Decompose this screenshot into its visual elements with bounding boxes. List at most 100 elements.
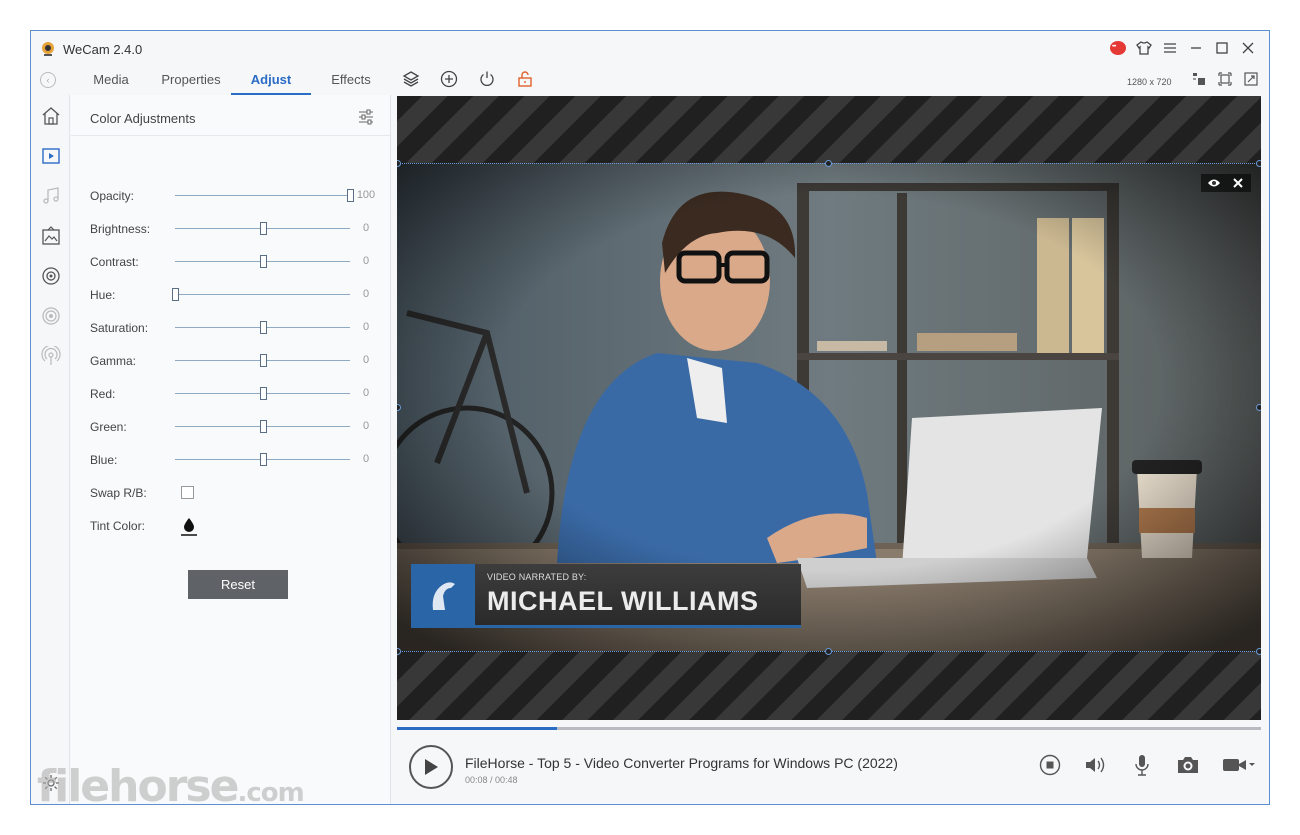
image-icon[interactable]	[40, 225, 62, 247]
unlock-icon[interactable]	[515, 69, 535, 89]
tab-effects[interactable]: Effects	[311, 65, 391, 95]
green-value: 0	[362, 420, 370, 432]
resolution-label: 1280 x 720	[1127, 77, 1172, 87]
media-title: FileHorse - Top 5 - Video Converter Prog…	[465, 755, 898, 771]
panel-header: Color Adjustments	[71, 95, 390, 136]
skin-icon[interactable]	[1135, 38, 1153, 58]
contrast-value: 0	[362, 255, 370, 267]
screen-capture-icon[interactable]	[40, 305, 62, 327]
lower-third-caption: VIDEO NARRATED BY:	[487, 572, 587, 582]
hue-slider[interactable]	[172, 288, 350, 301]
tint-dropper-icon[interactable]	[180, 516, 198, 536]
title-bar: WeCam 2.4.0	[31, 31, 1269, 65]
contrast-slider-thumb[interactable]	[259, 255, 267, 268]
maximize-icon[interactable]	[1213, 38, 1231, 58]
hue-label: Hue:	[90, 288, 116, 302]
close-icon[interactable]	[1239, 38, 1257, 58]
gamma-slider[interactable]	[175, 354, 350, 367]
menu-icon[interactable]	[1161, 38, 1179, 58]
wecam-logo-icon	[42, 42, 54, 56]
hue-row: Hue: 0	[90, 285, 380, 305]
fullscreen-icon[interactable]	[1243, 71, 1259, 87]
opacity-slider-thumb[interactable]	[347, 189, 354, 202]
opacity-label: Opacity:	[90, 189, 135, 203]
toolbar	[401, 69, 535, 89]
canvas-tools	[1191, 71, 1259, 87]
side-icon-strip	[31, 95, 70, 804]
blue-slider[interactable]	[175, 453, 350, 466]
resize-handle-bottom[interactable]	[825, 648, 832, 655]
lower-third-overlay: VIDEO NARRATED BY: MICHAEL WILLIAMS	[411, 564, 801, 628]
saturation-value: 0	[362, 321, 370, 333]
record-video-icon[interactable]	[1221, 752, 1257, 778]
minimize-icon[interactable]	[1187, 38, 1205, 58]
resize-handle-right[interactable]	[1256, 404, 1261, 411]
blue-slider-thumb[interactable]	[259, 453, 267, 466]
resize-handle-top[interactable]	[825, 160, 832, 167]
fit-screen-icon[interactable]	[1217, 71, 1233, 87]
horse-logo-icon	[411, 564, 475, 628]
video-media-icon[interactable]	[40, 145, 62, 167]
green-slider-thumb[interactable]	[259, 420, 267, 433]
gamma-slider-thumb[interactable]	[259, 354, 267, 367]
green-slider[interactable]	[175, 420, 350, 433]
resize-handle-br[interactable]	[1256, 648, 1261, 655]
saturation-row: Saturation: 0	[90, 318, 380, 338]
layers-icon[interactable]	[401, 69, 421, 89]
red-value: 0	[362, 387, 370, 399]
camera-snapshot-icon[interactable]	[1175, 752, 1201, 778]
saturation-label: Saturation:	[90, 321, 149, 335]
panel-title: Color Adjustments	[90, 111, 196, 126]
snapshot-layout-icon[interactable]	[1191, 71, 1207, 87]
brightness-slider-thumb[interactable]	[259, 222, 267, 235]
contrast-slider[interactable]	[175, 255, 350, 268]
saturation-slider-thumb[interactable]	[259, 321, 267, 334]
red-slider-thumb[interactable]	[259, 387, 267, 400]
opacity-slider[interactable]	[175, 189, 354, 202]
red-row: Red: 0	[90, 384, 380, 404]
play-button[interactable]	[409, 745, 453, 789]
tab-properties[interactable]: Properties	[151, 65, 231, 95]
blue-value: 0	[362, 453, 370, 465]
visibility-eye-icon[interactable]	[1207, 176, 1221, 190]
red-slider[interactable]	[175, 387, 350, 400]
blue-label: Blue:	[90, 453, 118, 467]
power-icon[interactable]	[477, 69, 497, 89]
back-icon[interactable]: ‹	[40, 72, 56, 88]
tab-adjust[interactable]: Adjust	[231, 65, 311, 95]
resize-handle-tr[interactable]	[1256, 160, 1261, 167]
media-time: 00:08 / 00:48	[465, 775, 518, 785]
brightness-slider[interactable]	[175, 222, 350, 235]
green-label: Green:	[90, 420, 127, 434]
brightness-row: Brightness: 0	[90, 219, 380, 239]
feedback-icon[interactable]	[1109, 38, 1127, 58]
video-preview[interactable]: VIDEO NARRATED BY: MICHAEL WILLIAMS	[397, 96, 1261, 720]
gamma-value: 0	[362, 354, 370, 366]
swap-rb-checkbox[interactable]	[181, 486, 194, 499]
add-source-icon[interactable]	[439, 69, 459, 89]
hue-slider-thumb[interactable]	[172, 288, 179, 301]
webcam-icon[interactable]	[40, 265, 62, 287]
player-controls	[1037, 752, 1257, 778]
broadcast-icon[interactable]	[40, 345, 62, 367]
tint-color-row: Tint Color:	[90, 516, 380, 536]
resize-handle-bl[interactable]	[397, 648, 401, 655]
stop-icon[interactable]	[1037, 752, 1063, 778]
remove-layer-icon[interactable]	[1231, 176, 1245, 190]
player-bar: FileHorse - Top 5 - Video Converter Prog…	[397, 730, 1261, 804]
music-icon[interactable]	[40, 185, 62, 207]
contrast-label: Contrast:	[90, 255, 139, 269]
reset-button[interactable]: Reset	[188, 570, 288, 599]
microphone-icon[interactable]	[1129, 752, 1155, 778]
app-window: WeCam 2.4.0 ‹ Media Properties	[30, 30, 1270, 805]
saturation-slider[interactable]	[175, 321, 350, 334]
title-controls	[1109, 38, 1257, 58]
volume-icon[interactable]	[1083, 752, 1109, 778]
opacity-value: 100	[356, 189, 376, 201]
tab-media[interactable]: Media	[71, 65, 151, 95]
home-icon[interactable]	[40, 105, 62, 127]
brightness-label: Brightness:	[90, 222, 151, 236]
sliders-settings-icon[interactable]	[358, 109, 374, 125]
red-label: Red:	[90, 387, 116, 401]
green-row: Green: 0	[90, 417, 380, 437]
